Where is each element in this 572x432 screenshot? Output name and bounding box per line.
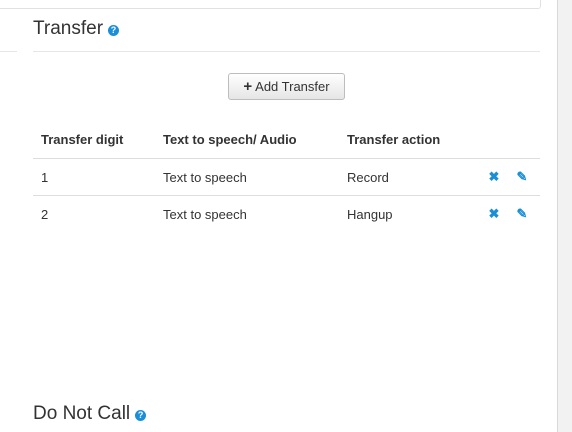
- table-row: 2 Text to speech Hangup ✖ ✎: [33, 196, 540, 233]
- cell-transfer-digit: 1: [33, 158, 155, 196]
- pencil-icon[interactable]: ✎: [515, 206, 529, 222]
- help-icon[interactable]: ?: [135, 410, 147, 421]
- column-header-text-to-speech: Text to speech/ Audio: [155, 121, 339, 159]
- cell-row-actions: ✖ ✎: [477, 196, 540, 233]
- cell-row-actions: ✖ ✎: [477, 158, 540, 196]
- cell-transfer-action: Record: [339, 158, 477, 196]
- close-icon[interactable]: ✖: [487, 206, 501, 222]
- cell-transfer-action: Hangup: [347, 206, 393, 222]
- previous-section-bottom: [0, 0, 541, 9]
- table-row: 1 Text to speech Record ✖ ✎: [33, 158, 540, 196]
- column-header-transfer-action: Transfer action: [339, 121, 477, 159]
- cell-text-to-speech: Text to speech: [163, 206, 247, 222]
- transfer-section-header: Transfer ?: [33, 18, 120, 40]
- add-transfer-label: Add Transfer: [255, 79, 330, 94]
- table-header-row: Transfer digit Text to speech/ Audio Tra…: [33, 121, 540, 159]
- help-icon[interactable]: ?: [108, 25, 120, 36]
- close-icon[interactable]: ✖: [487, 169, 501, 185]
- pencil-icon[interactable]: ✎: [515, 169, 529, 185]
- column-header-actions: [477, 121, 540, 159]
- transfer-table: Transfer digit Text to speech/ Audio Tra…: [33, 121, 540, 232]
- do-not-call-title: Do Not Call: [33, 403, 131, 424]
- column-header-transfer-digit: Transfer digit: [33, 121, 155, 159]
- plus-icon: +: [243, 77, 253, 95]
- transfer-title: Transfer: [33, 18, 104, 39]
- cell-text-to-speech: Text to speech: [155, 158, 339, 196]
- content-panel: Transfer ? + Add Transfer Transfer digit…: [0, 0, 558, 432]
- cell-transfer-digit: 2: [41, 206, 49, 222]
- do-not-call-section-header: Do Not Call ?: [33, 403, 147, 425]
- left-divider: [0, 51, 17, 52]
- add-transfer-button[interactable]: + Add Transfer: [228, 73, 345, 100]
- transfer-title-divider: [33, 51, 540, 52]
